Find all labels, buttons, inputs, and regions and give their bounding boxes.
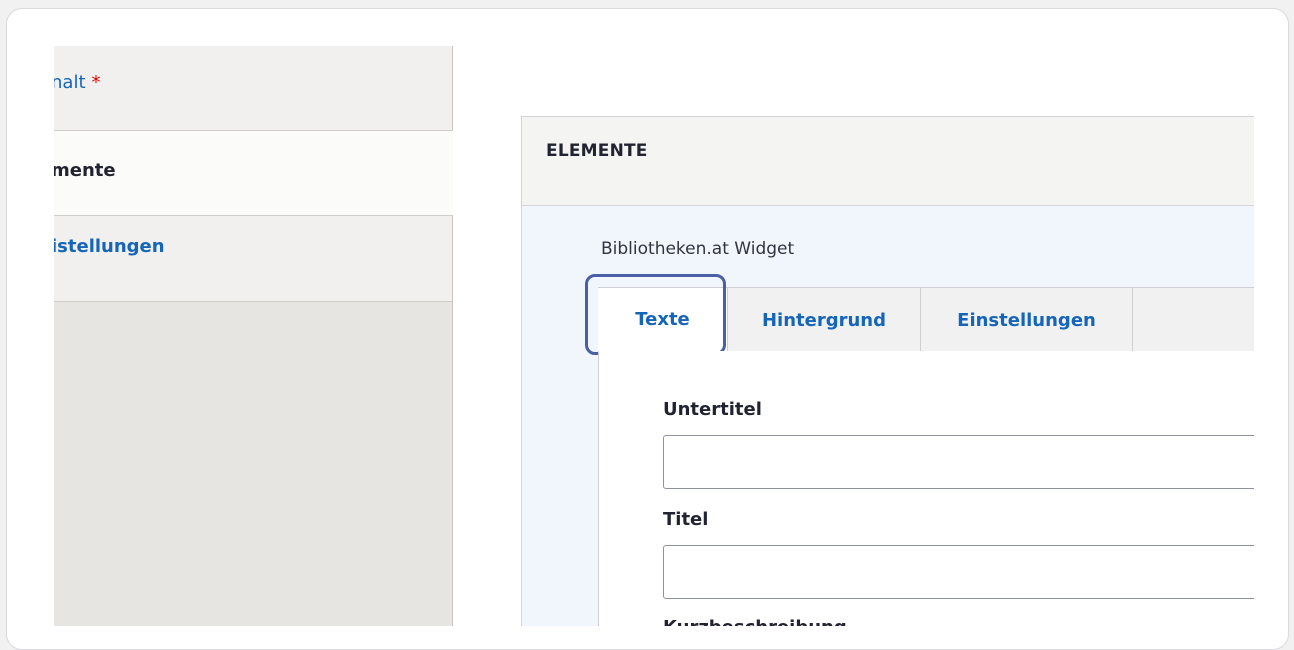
elements-panel-header: ELEMENTE bbox=[522, 117, 1254, 206]
elements-panel: ELEMENTE Bibliotheken.at Widget Texte Hi… bbox=[521, 116, 1254, 626]
vertical-tab-label: mente bbox=[54, 160, 116, 181]
titel-input[interactable] bbox=[663, 545, 1254, 599]
widget-label: Bibliotheken.at Widget bbox=[601, 239, 795, 259]
tab-einstellungen[interactable]: Einstellungen bbox=[921, 288, 1133, 352]
screenshot-frame: nalt * mente istellungen ELEMENTE Bibliot… bbox=[6, 8, 1289, 650]
vertical-tab-label: istellungen bbox=[54, 236, 165, 257]
elements-panel-title: ELEMENTE bbox=[546, 141, 648, 161]
titel-label: Titel bbox=[663, 509, 709, 530]
vertical-tab-inhalt[interactable]: nalt * bbox=[54, 46, 452, 131]
tab-hintergrund[interactable]: Hintergrund bbox=[728, 288, 921, 352]
content-viewport: nalt * mente istellungen ELEMENTE Bibliot… bbox=[54, 46, 1254, 626]
kurzbeschreibung-label: Kurzbeschreibung bbox=[663, 617, 847, 626]
tab-focus-highlight bbox=[585, 274, 726, 355]
vertical-tab-elemente[interactable]: mente bbox=[54, 131, 453, 216]
vertical-tab-label: nalt * bbox=[54, 72, 101, 93]
vertical-tabs-sidebar: nalt * mente istellungen bbox=[54, 46, 453, 626]
untertitel-input[interactable] bbox=[663, 435, 1254, 489]
vertical-tab-einstellungen[interactable]: istellungen bbox=[54, 216, 452, 302]
tab-texte-body: Untertitel Titel Kurzbeschreibung bbox=[598, 351, 1254, 626]
untertitel-label: Untertitel bbox=[663, 399, 762, 420]
required-marker: * bbox=[91, 72, 101, 93]
